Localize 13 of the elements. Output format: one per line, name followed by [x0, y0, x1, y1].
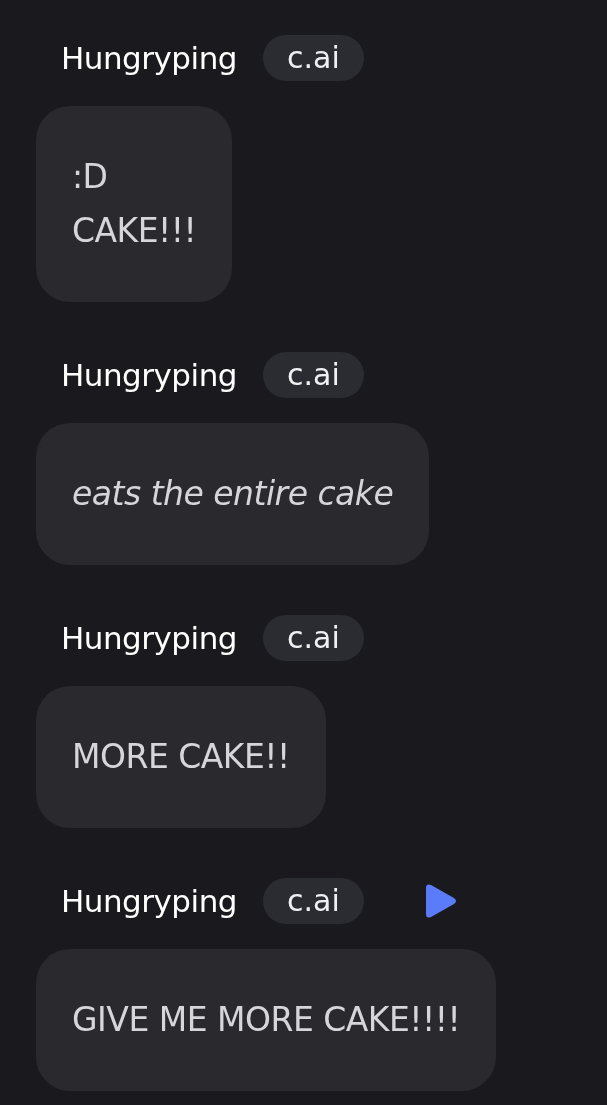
message-text: CAKE!!!: [72, 210, 197, 252]
message-text: MORE CAKE!!: [72, 736, 290, 778]
message-text: GIVE ME MORE CAKE!!!!: [72, 999, 461, 1041]
ai-badge: c.ai: [263, 352, 364, 398]
author-name: Hungryping: [61, 883, 237, 919]
author-name: Hungryping: [61, 357, 237, 393]
ai-badge: c.ai: [263, 878, 364, 924]
message-text: eats the entire cake: [72, 473, 394, 515]
ai-badge: c.ai: [263, 615, 364, 661]
author-name: Hungryping: [61, 40, 237, 76]
message-text: :D: [72, 156, 109, 198]
ai-badge: c.ai: [263, 35, 364, 81]
author-name: Hungryping: [61, 620, 237, 656]
